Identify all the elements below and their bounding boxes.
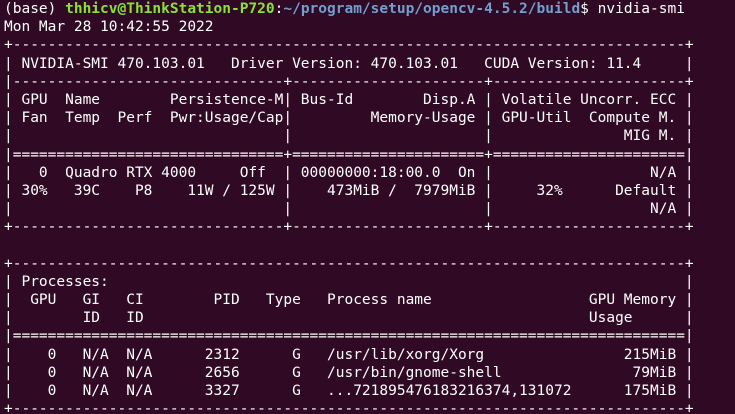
prompt-symbol: $ [580, 1, 598, 17]
gpu-table-line: +---------------------------------------… [4, 37, 694, 54]
process-table-header: | GPU GI CI PID Type Process name GPU Me… [4, 292, 694, 308]
gpu-table-header: | GPU Name Persistence-M| Bus-Id Disp.A … [4, 91, 694, 108]
gpu-table-header: | Fan Temp Perf Pwr:Usage/Cap| Memory-Us… [4, 110, 694, 127]
process-table-row: | 0 N/A N/A 2312 G /usr/lib/xorg/Xorg 21… [4, 346, 694, 363]
timestamp: Mon Mar 28 10:42:55 2022 [4, 19, 214, 36]
gpu-table-row: | 30% 39C P8 11W / 125W | 473MiB / 7979M… [4, 182, 694, 199]
gpu-table-row: | | | N/A | [4, 201, 694, 218]
command-text: nvidia-smi [597, 1, 685, 17]
process-table-title: | Processes: | [4, 273, 694, 290]
gpu-table-line: |-------------------------------+-------… [4, 73, 694, 90]
terminal-window[interactable]: (base) thhicv@ThinkStation-P720:~/progra… [0, 0, 735, 414]
process-table-row: | 0 N/A N/A 2656 G /usr/bin/gnome-shell … [4, 364, 694, 381]
user-host: thhicv@ThinkStation-P720 [65, 1, 275, 17]
process-table-line: +---------------------------------------… [4, 255, 694, 272]
gpu-table-line: +-------------------------------+-------… [4, 219, 694, 236]
process-table-line: |=======================================… [4, 328, 694, 345]
process-table-header: | ID ID Usage | [4, 310, 694, 327]
gpu-table-line: |===============================+=======… [4, 146, 694, 163]
prompt-line: (base) thhicv@ThinkStation-P720:~/progra… [4, 0, 735, 18]
process-table-line: +---------------------------------------… [4, 401, 694, 414]
working-directory: ~/program/setup/opencv-4.5.2/build [283, 1, 581, 17]
conda-env: (base) [4, 1, 66, 17]
gpu-table-row: | 0 Quadro RTX 4000 Off | 00000000:18:00… [4, 164, 694, 181]
gpu-table-version-line: | NVIDIA-SMI 470.103.01 Driver Version: … [4, 55, 694, 72]
gpu-table-header: | | | MIG M. | [4, 128, 694, 145]
process-table-row: | 0 N/A N/A 3327 G ...721895476183216374… [4, 382, 694, 399]
